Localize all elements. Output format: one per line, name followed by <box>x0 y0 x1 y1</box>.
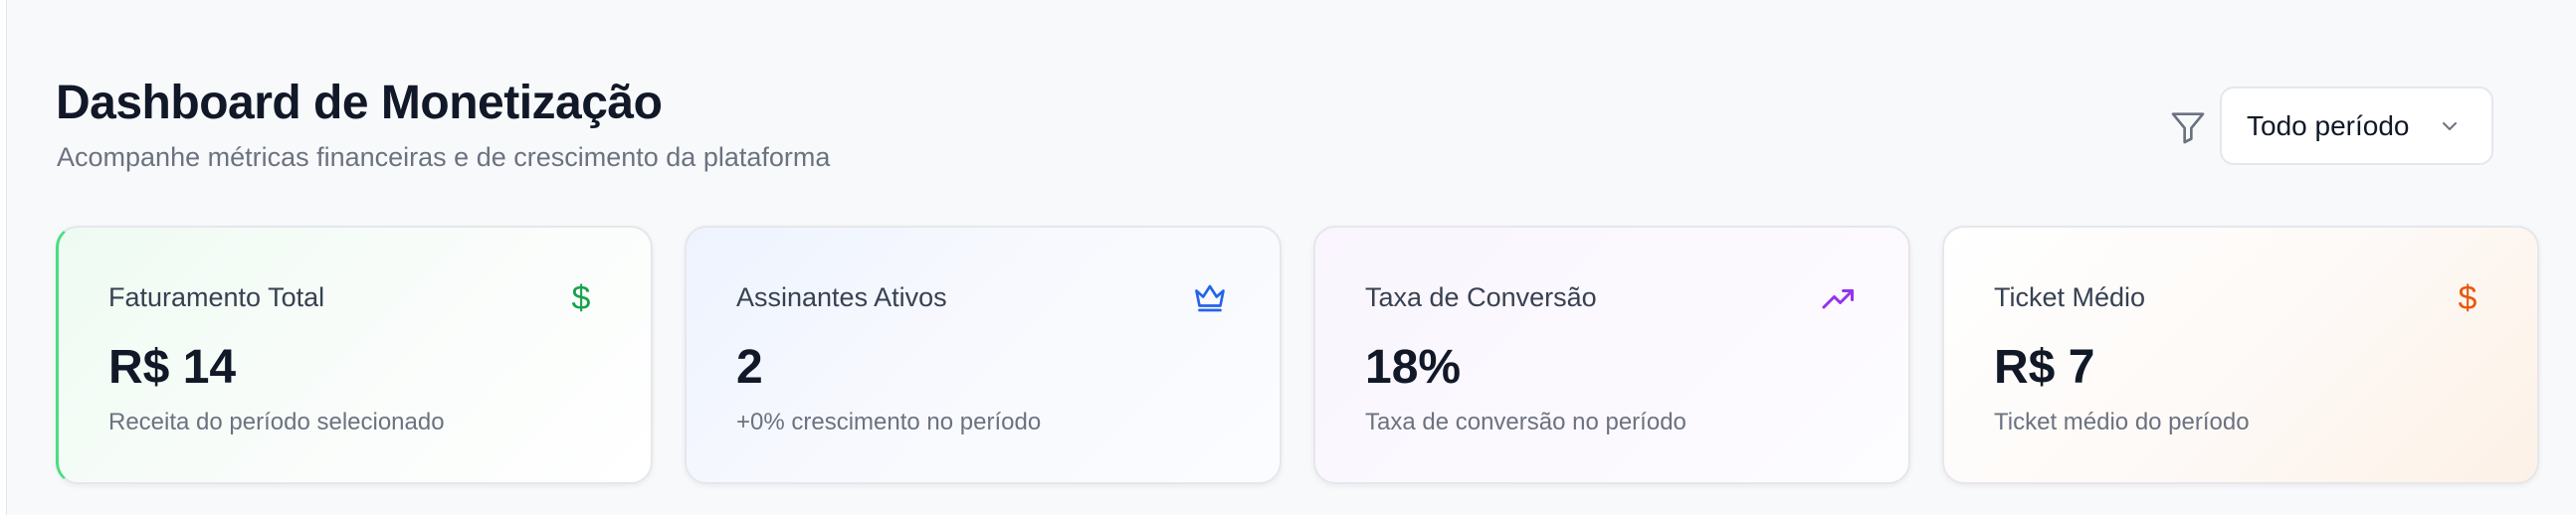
metric-card-description: +0% crescimento no período <box>736 409 1042 435</box>
metric-card-label: Assinantes Ativos <box>736 282 947 312</box>
metric-card-label: Taxa de Conversão <box>1365 282 1597 312</box>
metric-card-value: 18% <box>1365 341 1462 394</box>
period-select[interactable]: Todo período <box>2220 86 2493 165</box>
metric-card-value: R$ 7 <box>1994 341 2095 394</box>
metric-card-description: Receita do período selecionado <box>108 409 445 435</box>
dollar-icon: $ <box>2458 279 2477 317</box>
metric-card-description: Ticket médio do período <box>1994 409 2250 435</box>
chevron-down-icon <box>2443 121 2457 130</box>
metric-card-value: 2 <box>736 341 763 394</box>
crown-icon <box>1195 284 1225 312</box>
metric-card-label: Ticket Médio <box>1994 282 2146 312</box>
metric-card-description: Taxa de conversão no período <box>1365 409 1686 435</box>
metric-card-value: R$ 14 <box>108 341 237 394</box>
dollar-icon: $ <box>571 279 591 317</box>
metric-card-revenue: Faturamento Total $ R$ 14 Receita do per… <box>56 226 653 484</box>
page-subtitle: Acompanhe métricas financeiras e de cres… <box>57 142 831 172</box>
metric-card-label: Faturamento Total <box>108 282 325 312</box>
metric-card-ticket: Ticket Médio $ R$ 7 Ticket médio do perí… <box>1942 226 2539 484</box>
filter-icon <box>2171 112 2205 144</box>
trending-up-icon <box>1822 289 1854 309</box>
period-select-value: Todo período <box>2247 109 2410 141</box>
page-title: Dashboard de Monetização <box>56 77 663 129</box>
metric-card-conversion: Taxa de Conversão 18% Taxa de conversão … <box>1313 226 1910 484</box>
metric-card-subscribers: Assinantes Ativos 2 +0% crescimento no p… <box>685 226 1282 484</box>
dashboard-page: Dashboard de Monetização Acompanhe métri… <box>6 0 2576 515</box>
